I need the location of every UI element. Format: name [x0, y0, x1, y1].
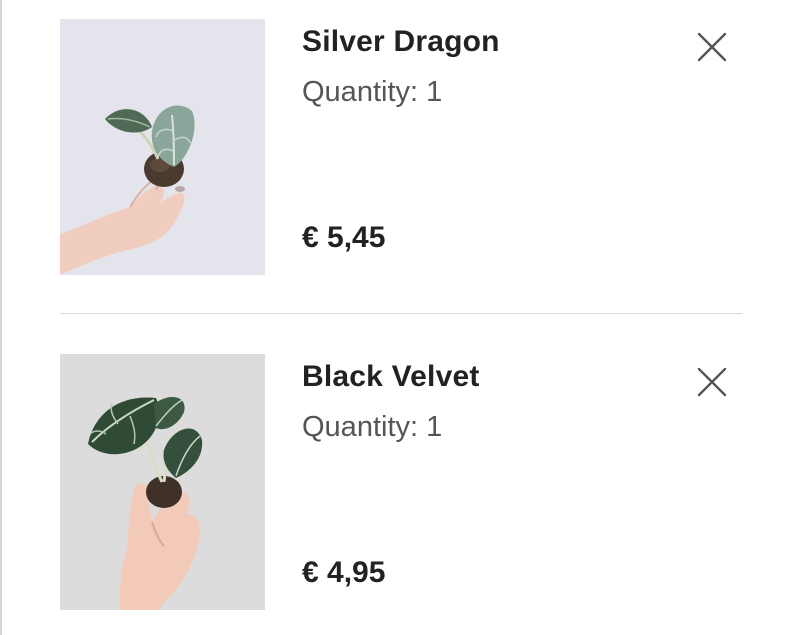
panel-border: [0, 0, 2, 635]
cart-item: Silver Dragon Quantity: 1 € 5,45: [60, 19, 742, 275]
product-quantity: Quantity: 1: [302, 411, 443, 443]
product-price: € 5,45: [302, 221, 386, 254]
product-price: € 4,95: [302, 556, 386, 589]
item-divider: [60, 313, 742, 314]
close-icon: [697, 367, 727, 397]
product-name: Silver Dragon: [302, 25, 500, 58]
product-name: Black Velvet: [302, 360, 480, 393]
product-image-black-velvet[interactable]: [60, 354, 265, 610]
product-quantity: Quantity: 1: [302, 76, 443, 108]
close-icon: [697, 32, 727, 62]
cart-panel: Silver Dragon Quantity: 1 € 5,45 Black V…: [0, 0, 800, 635]
cart-item: Black Velvet Quantity: 1 € 4,95: [60, 354, 742, 610]
product-image-silver-dragon[interactable]: [60, 19, 265, 275]
remove-item-button[interactable]: [696, 366, 728, 398]
remove-item-button[interactable]: [696, 31, 728, 63]
